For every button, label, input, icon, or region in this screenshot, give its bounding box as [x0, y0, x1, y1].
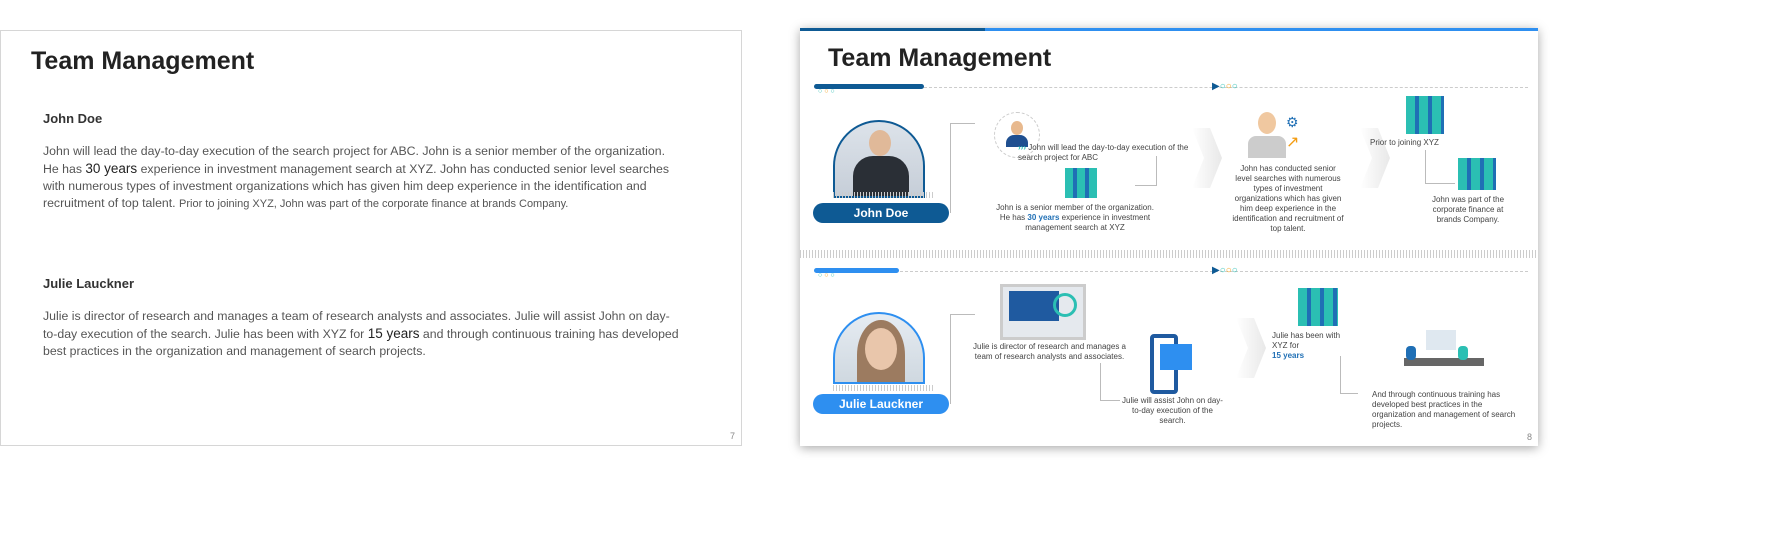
person-name: John Doe — [43, 111, 103, 126]
years-highlight: 15 years — [367, 326, 420, 341]
years-highlight: 15 years — [1272, 351, 1305, 360]
person-bio: John will lead the day-to-day execution … — [43, 143, 683, 213]
connector — [1340, 356, 1358, 394]
person-bio: Julie is director of research and manage… — [43, 308, 683, 360]
bio-text: Prior to joining XYZ, John was part of t… — [179, 198, 569, 210]
text: Julie has been with XYZ for — [1272, 331, 1341, 350]
julie-text-1: Julie is director of research and manage… — [973, 342, 1126, 361]
connector — [1135, 156, 1157, 186]
play-dots-icon: ▶○○○ — [1212, 81, 1238, 92]
person-name: Julie Lauckner — [43, 276, 135, 291]
years-highlight: 30 years — [1027, 213, 1060, 222]
julie-name-badge: Julie Lauckner — [813, 394, 949, 414]
john-text-1: ››› John will lead the day-to-day execut… — [1018, 143, 1189, 162]
building-icon — [1298, 288, 1338, 326]
chevron-arrow — [1236, 318, 1266, 378]
row-divider — [800, 250, 1538, 258]
page-number: 8 — [1526, 432, 1532, 442]
building-icon — [1065, 168, 1097, 198]
years-highlight: 30 years — [85, 161, 138, 176]
top-accent — [985, 28, 1538, 31]
text: John will lead the day-to-day execution … — [1018, 143, 1189, 162]
tablet-presentation-icon — [1150, 334, 1192, 394]
connector — [1100, 363, 1120, 401]
connector — [1425, 150, 1455, 184]
connector — [950, 123, 975, 213]
dots-icon: ○ ○ ○ — [818, 88, 835, 95]
building-icon — [1406, 96, 1444, 134]
julie-photo — [833, 312, 925, 384]
john-name-badge: John Doe — [813, 203, 949, 223]
julie-text-2: Julie will assist John on day-to-day exe… — [1122, 396, 1223, 425]
slide-title: Team Management — [31, 47, 255, 75]
john-text-2: John is a senior member of the organizat… — [995, 203, 1155, 233]
top-accent — [800, 28, 985, 31]
building-icon — [1458, 158, 1496, 190]
hatch-decoration — [833, 385, 933, 391]
john-text-5: John was part of the corporate finance a… — [1431, 195, 1505, 224]
team-meeting-icon — [1398, 328, 1488, 380]
dots-icon: ○ ○ ○ — [818, 272, 835, 279]
slide-7[interactable]: Team Management John Doe John will lead … — [0, 30, 742, 446]
hatch-decoration — [833, 192, 933, 198]
growth-icon: ⚙ ↗ — [1248, 112, 1308, 160]
slide-title: Team Management — [828, 44, 1052, 72]
research-illustration-icon — [1000, 284, 1086, 340]
chevron-arrow — [1360, 128, 1390, 188]
slide-8[interactable]: Team Management ▶○○○ ○ ○ ○ John Doe ››› … — [800, 28, 1538, 446]
john-photo — [833, 120, 925, 198]
page-number: 7 — [729, 431, 735, 441]
john-text-3: John has conducted senior level searches… — [1232, 164, 1344, 233]
john-text-4: Prior to joining XYZ — [1370, 138, 1439, 147]
julie-text-4: And through continuous training has deve… — [1372, 390, 1516, 429]
play-dots-icon: ▶○○○ — [1212, 265, 1238, 276]
